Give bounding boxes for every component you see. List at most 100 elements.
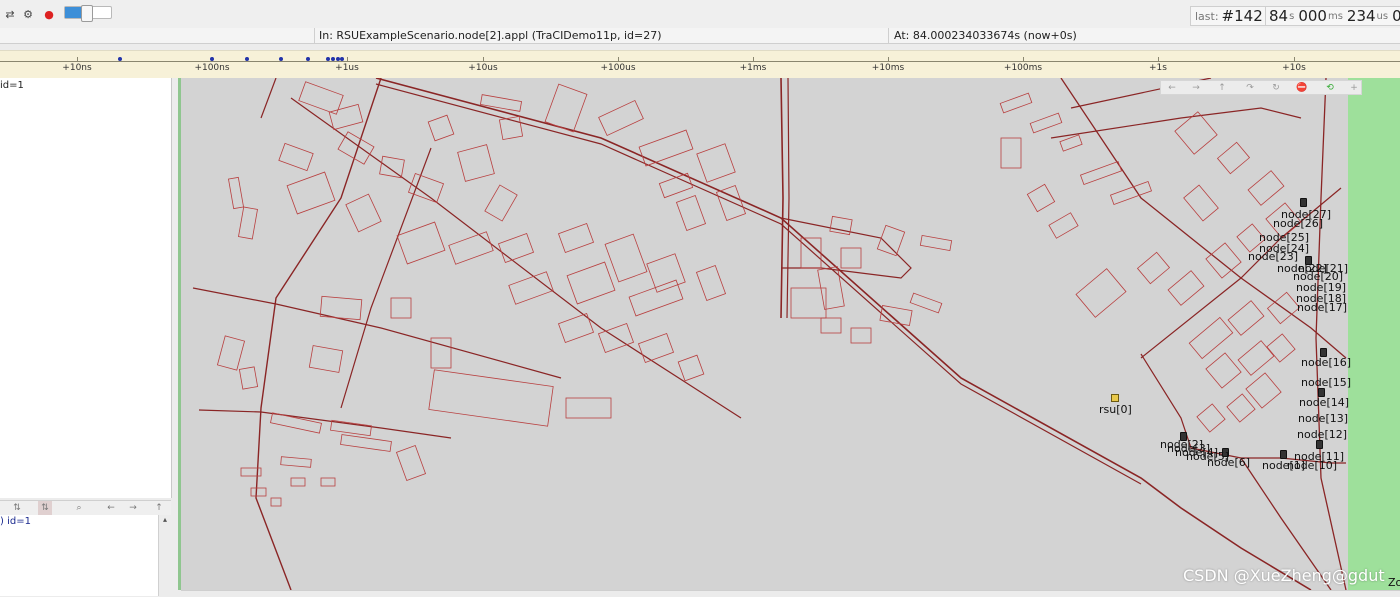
inspector-scrollbar[interactable]: ▴ xyxy=(158,515,171,596)
car-icon[interactable] xyxy=(1316,440,1323,449)
time-milliseconds: 000 xyxy=(1298,7,1327,25)
building xyxy=(1227,300,1265,336)
timeline-event-dot[interactable] xyxy=(306,57,310,61)
node-label[interactable]: node[1] xyxy=(1262,460,1305,471)
building xyxy=(286,171,336,215)
timeline-event-dot[interactable] xyxy=(118,57,122,61)
building xyxy=(1188,316,1234,360)
status-module-text: In: RSUExampleScenario.node[2].appl (Tra… xyxy=(314,28,892,43)
forward-arrow-icon[interactable]: → xyxy=(1189,81,1203,94)
building xyxy=(840,247,862,269)
node-label[interactable]: node[2] xyxy=(1160,439,1203,450)
timeline-tick xyxy=(888,57,889,62)
building xyxy=(280,456,312,468)
forward-arrow-icon[interactable]: → xyxy=(126,501,140,515)
building xyxy=(909,292,943,314)
timeline-event-dot[interactable] xyxy=(245,57,249,61)
inspector-row[interactable]: id=1 xyxy=(0,80,24,91)
speed-slider-knob[interactable] xyxy=(80,5,93,22)
timeline-event-dot[interactable] xyxy=(279,57,283,61)
car-icon[interactable] xyxy=(1280,450,1287,459)
building xyxy=(1048,212,1079,239)
node-label[interactable]: node[23] xyxy=(1248,251,1298,262)
watermark: CSDN @XueZheng@gdut xyxy=(1183,566,1385,585)
zoom-in-icon[interactable]: + xyxy=(1347,81,1361,94)
building xyxy=(1000,137,1022,169)
building xyxy=(1026,183,1056,213)
refresh-icon[interactable]: ⟲ xyxy=(1323,81,1337,94)
road xyxy=(375,83,1142,485)
time-seconds-unit: s xyxy=(1289,10,1295,22)
building xyxy=(715,184,747,222)
building xyxy=(638,129,694,167)
building xyxy=(876,224,906,257)
event-timeline[interactable]: +10ns +100ns +1us +10us +100us +1ms +10ms +100m… xyxy=(0,50,1400,79)
node-label[interactable]: node[16] xyxy=(1301,357,1351,368)
building xyxy=(1183,184,1219,222)
building xyxy=(999,92,1033,114)
node-label[interactable]: node[13] xyxy=(1298,413,1348,424)
node-label[interactable]: node[15] xyxy=(1301,377,1351,388)
inspector-toolbar: ⇅ ⇅ ⌕ ← → ↑ xyxy=(0,500,171,516)
timeline-event-dot[interactable] xyxy=(340,57,344,61)
object-inspector-tree[interactable]: id=1 xyxy=(0,78,172,498)
simulation-time-display: 84s 000ms 234us 033 xyxy=(1265,6,1400,26)
node-label[interactable]: node[14] xyxy=(1299,397,1349,408)
building xyxy=(308,345,344,373)
building xyxy=(557,312,595,344)
last-event-label: last: xyxy=(1195,9,1219,23)
building xyxy=(270,412,322,434)
up-arrow-icon[interactable]: ↑ xyxy=(152,501,166,515)
rotate-icon[interactable]: ↻ xyxy=(1269,81,1283,94)
timeline-tick xyxy=(753,57,754,62)
node-label[interactable]: node[12] xyxy=(1297,429,1347,440)
timeline-event-dot[interactable] xyxy=(331,57,335,61)
building xyxy=(497,232,535,264)
building xyxy=(238,366,259,390)
building xyxy=(820,317,842,334)
stop-icon[interactable]: ⛔ xyxy=(1295,81,1309,94)
timeline-event-dot[interactable] xyxy=(210,57,214,61)
node-label[interactable]: node[17] xyxy=(1297,302,1347,313)
building xyxy=(1075,268,1127,318)
inspector-mode-icon[interactable]: ⇅ xyxy=(10,501,24,515)
building xyxy=(228,176,244,210)
back-arrow-icon[interactable]: ← xyxy=(1165,81,1179,94)
node-label[interactable]: node[26] xyxy=(1273,218,1323,229)
road xyxy=(1050,107,1302,139)
building xyxy=(1136,251,1171,285)
road xyxy=(1315,78,1347,590)
run-mode-icon[interactable]: ⇄ xyxy=(0,4,20,24)
building xyxy=(238,206,258,240)
last-event-display: last: #142 xyxy=(1190,6,1268,26)
rsu-icon[interactable] xyxy=(1111,394,1119,402)
building xyxy=(637,332,675,364)
relayout-icon[interactable]: ↷ xyxy=(1243,81,1257,94)
time-nanoseconds: 033 xyxy=(1392,7,1400,25)
time-microseconds-unit: us xyxy=(1376,10,1389,22)
building xyxy=(919,235,953,251)
building xyxy=(646,253,686,293)
building xyxy=(1247,170,1285,206)
parent-arrow-icon[interactable]: ↑ xyxy=(1215,81,1229,94)
inspector-find-icon[interactable]: ⌕ xyxy=(72,501,86,515)
network-canvas[interactable] xyxy=(181,78,1348,590)
speed-slider[interactable] xyxy=(64,5,112,22)
back-arrow-icon[interactable]: ← xyxy=(104,501,118,515)
building xyxy=(428,369,554,427)
inspector-detail-row[interactable]: ) id=1 xyxy=(0,516,31,527)
building xyxy=(565,397,612,419)
road xyxy=(340,147,432,409)
inspector-mode-active-icon[interactable]: ⇅ xyxy=(38,501,52,515)
status-bar: In: RSUExampleScenario.node[2].appl (Tra… xyxy=(0,28,1400,44)
toolbar: ⇄ ⚙ ● last: #142 84s 000ms 234us 033 xyxy=(0,0,1400,29)
settings-icon[interactable]: ⚙ xyxy=(18,4,38,24)
building xyxy=(319,295,363,321)
rsu-label[interactable]: rsu[0] xyxy=(1099,404,1132,415)
car-icon[interactable] xyxy=(1300,198,1307,207)
inspector-details[interactable]: ) id=1 xyxy=(0,515,158,596)
timeline-tick xyxy=(483,57,484,62)
road xyxy=(260,78,277,119)
timeline-event-dot[interactable] xyxy=(326,57,330,61)
record-icon[interactable]: ● xyxy=(39,4,59,24)
